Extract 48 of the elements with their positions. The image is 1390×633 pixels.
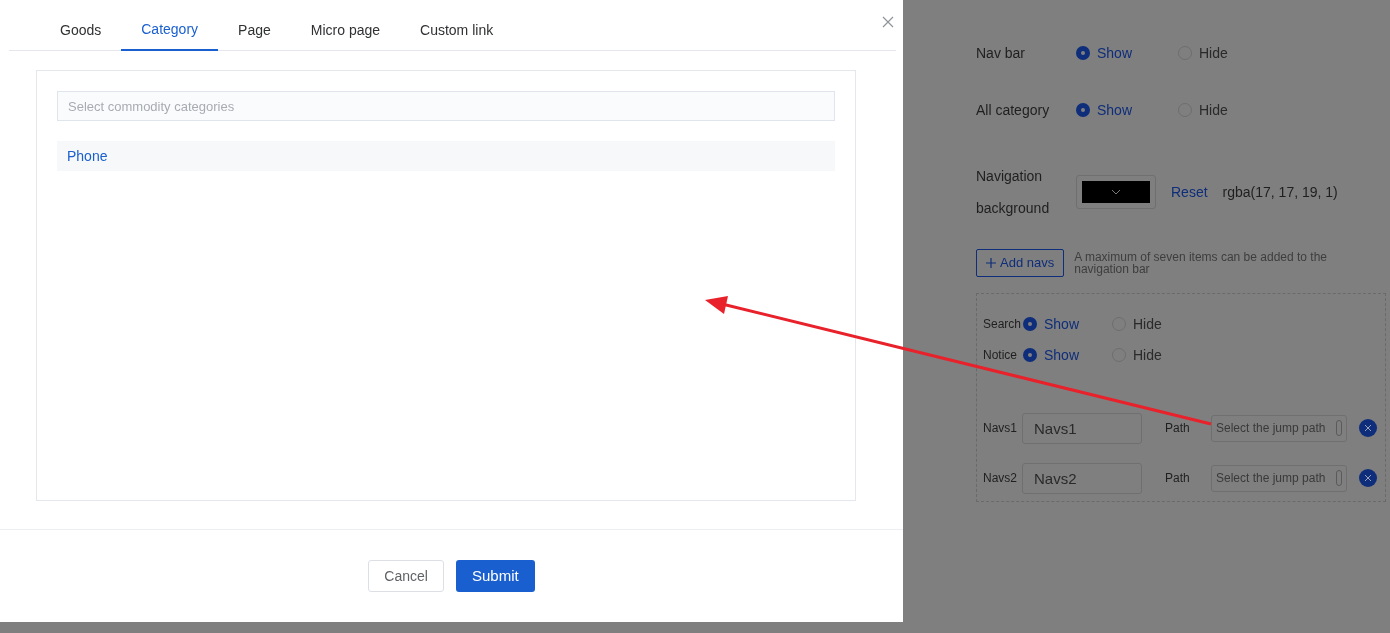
radio-button[interactable]: [1023, 317, 1037, 331]
setting-label: Nav bar: [976, 43, 1027, 63]
close-circle-icon[interactable]: [1359, 469, 1377, 487]
chevron-down-icon: [1111, 189, 1121, 195]
radio-button[interactable]: [1076, 103, 1090, 117]
path-placeholder: Select the jump path: [1216, 470, 1327, 487]
toggle-label: Search: [983, 316, 1023, 333]
reset-link[interactable]: Reset: [1171, 181, 1208, 203]
radio-label: Show: [1044, 314, 1080, 334]
close-icon[interactable]: [882, 16, 894, 28]
nav-name-field[interactable]: Navs1: [1022, 412, 1142, 444]
radio-label: Show: [1097, 100, 1133, 120]
cancel-button[interactable]: Cancel: [368, 560, 444, 592]
radio-label: Hide: [1133, 314, 1162, 334]
radio-label: Hide: [1199, 43, 1228, 63]
path-placeholder: Select the jump path: [1216, 420, 1327, 437]
hint-text: A maximum of seven items can be added to the navigation bar: [1074, 251, 1328, 275]
tab[interactable]: Micro page: [290, 10, 401, 51]
color-value: rgba(17, 17, 19, 1): [1222, 182, 1338, 202]
tab[interactable]: Category: [121, 10, 219, 51]
category-item[interactable]: Phone: [57, 141, 835, 171]
color-picker[interactable]: [1076, 175, 1156, 209]
radio-button[interactable]: [1076, 46, 1090, 60]
path-field[interactable]: Select the jump path: [1211, 414, 1347, 442]
radio-label: Hide: [1199, 100, 1228, 120]
path-field[interactable]: Select the jump path: [1211, 464, 1347, 492]
nav-label: Navs1: [983, 420, 1018, 437]
setting-label: Navigation background: [976, 167, 1051, 218]
tab[interactable]: Page: [218, 10, 291, 51]
radio-label: Show: [1097, 43, 1133, 63]
radio-label: Show: [1044, 345, 1080, 365]
add-navs-button[interactable]: Add navs: [976, 249, 1065, 277]
close-circle-icon[interactable]: [1359, 419, 1377, 437]
link-icon: [1336, 420, 1342, 436]
link-icon: [1336, 470, 1342, 486]
tab[interactable]: Custom link: [400, 10, 514, 51]
setting-label: All category: [976, 100, 1051, 120]
toggle-label: Notice: [983, 347, 1018, 364]
nav-name-field[interactable]: Navs2: [1022, 462, 1142, 494]
radio-button[interactable]: [1023, 348, 1037, 362]
plus-icon: [986, 258, 996, 268]
search-field[interactable]: Select commodity categories: [57, 91, 835, 121]
submit-button[interactable]: Submit: [455, 560, 535, 592]
radio-label: Hide: [1133, 345, 1162, 365]
nav-label: Navs2: [983, 470, 1018, 487]
path-label: Path: [1165, 420, 1191, 437]
tab[interactable]: Goods: [40, 10, 122, 51]
path-label: Path: [1165, 470, 1191, 487]
